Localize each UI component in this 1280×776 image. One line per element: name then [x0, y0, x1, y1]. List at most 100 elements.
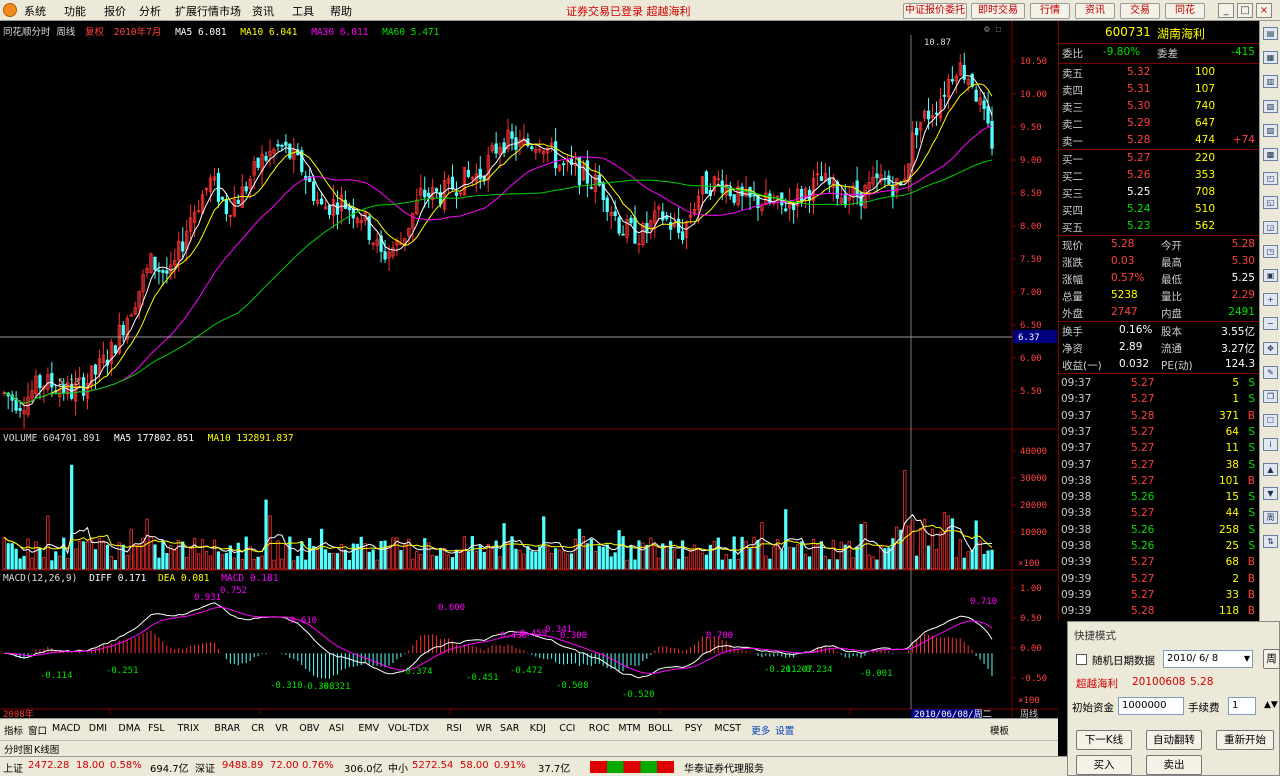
indicator-tab-22[interactable]: BOLL: [648, 723, 672, 734]
stat2-label: 净资: [1062, 343, 1083, 355]
menu-info[interactable]: 资讯: [252, 3, 274, 19]
volume-bar: [938, 531, 943, 570]
volume-bar: [304, 559, 308, 570]
plus-icon[interactable]: +: [1263, 293, 1278, 307]
news-icon[interactable]: ▥: [1263, 75, 1278, 89]
f10-icon[interactable]: ◳: [1263, 244, 1278, 258]
close-button[interactable]: ×: [1256, 3, 1272, 18]
indicator-tab-7[interactable]: TRIX: [178, 723, 200, 734]
indicator-tab-4[interactable]: DMI: [89, 723, 107, 734]
up-icon[interactable]: ▲: [1263, 462, 1278, 476]
volume-bar: [208, 555, 213, 570]
window-icon[interactable]: ❐: [1263, 390, 1278, 403]
menu-tools[interactable]: 工具: [292, 3, 314, 19]
indicator-tab-19[interactable]: CCI: [559, 723, 575, 734]
indicator-tab-14[interactable]: VOL-TDX: [388, 723, 429, 734]
indicator-tab-23[interactable]: PSY: [685, 723, 703, 734]
indicator-tab-16[interactable]: WR: [476, 723, 492, 734]
ths-button[interactable]: 同花: [1165, 3, 1205, 19]
tab-timeshare[interactable]: 分时图: [4, 742, 33, 756]
indicator-tab-9[interactable]: CR: [251, 723, 264, 734]
week-button[interactable]: 周: [1263, 649, 1280, 669]
volume-bar: [550, 552, 554, 570]
compare-icon[interactable]: ▩: [1263, 148, 1278, 161]
kline-icon[interactable]: ◲: [1263, 220, 1278, 234]
indicator-tab-2[interactable]: 窗口: [28, 723, 47, 737]
volume-tick-label: 40000: [1020, 447, 1047, 457]
instant-trade-button[interactable]: 即时交易: [971, 3, 1025, 19]
indicator-tab-17[interactable]: SAR: [500, 723, 519, 734]
volume-bar: [573, 538, 578, 570]
menu-extended-market[interactable]: 扩展行情市场: [175, 3, 241, 19]
maximize-button[interactable]: □: [1237, 3, 1253, 18]
layout-icon[interactable]: ▣: [1263, 269, 1278, 282]
fund-input[interactable]: 1000000: [1118, 697, 1184, 715]
ask-price: 5.31: [1127, 83, 1151, 95]
macd-tick-label: -0.50: [1020, 674, 1047, 684]
kline-chart-svg[interactable]: 10.50 10.00 9.50 9.00 8.50 8.00 7.50 7.00 6.50 6.…: [0, 21, 1058, 718]
volume-bar: [427, 542, 431, 570]
restart-button[interactable]: 重新开始: [1216, 730, 1274, 750]
indicator-tab-15[interactable]: RSI: [446, 723, 461, 734]
news-button[interactable]: 资讯: [1075, 3, 1115, 19]
menu-quote[interactable]: 报价: [104, 3, 126, 19]
menu-function[interactable]: 功能: [64, 3, 86, 19]
table-icon[interactable]: ▦: [1263, 51, 1278, 65]
minus-icon[interactable]: −: [1263, 317, 1278, 331]
week-icon[interactable]: 周: [1263, 511, 1278, 524]
indicator-tab-5[interactable]: DMA: [118, 723, 140, 734]
date-picker[interactable]: 2010/ 6/ 8 ▼: [1163, 650, 1253, 668]
grid-icon[interactable]: ◱: [1263, 196, 1278, 210]
list-icon[interactable]: ▧: [1263, 99, 1278, 113]
indicator-tab-13[interactable]: EMV: [358, 723, 379, 734]
price-tick-label: 7.50: [1020, 255, 1042, 265]
indicator-tab-8[interactable]: BRAR: [214, 723, 240, 734]
pen-icon[interactable]: ✎: [1263, 365, 1278, 379]
macd-tick-label: 0.50: [1020, 614, 1042, 624]
fee-stepper-icon[interactable]: ▲▼: [1264, 700, 1278, 710]
template-tab[interactable]: 模板: [990, 723, 1009, 737]
random-date-checkbox[interactable]: [1076, 654, 1087, 665]
indicator-tab-18[interactable]: KDJ: [530, 723, 546, 734]
volume-bar: [14, 548, 18, 570]
alarm-icon[interactable]: ◰: [1263, 172, 1278, 186]
auto-play-button[interactable]: 自动翻转: [1146, 730, 1202, 750]
indicator-tab-11[interactable]: OBV: [299, 723, 319, 734]
chart-settings-icon[interactable]: ⚙ ☐: [984, 24, 1001, 35]
menu-help[interactable]: 帮助: [330, 3, 352, 19]
chart-icon[interactable]: ▤: [1263, 27, 1278, 40]
tab-kline[interactable]: K线图: [34, 742, 59, 756]
indicator-tab-24[interactable]: MCST: [714, 723, 741, 734]
fee-input[interactable]: 1: [1228, 697, 1256, 715]
indicator-tab-6[interactable]: FSL: [148, 723, 165, 734]
calendar-icon[interactable]: ▨: [1263, 123, 1278, 137]
indicator-tab-20[interactable]: ROC: [589, 723, 610, 734]
dropdown-arrow-icon[interactable]: ▼: [1244, 651, 1250, 667]
buy-button[interactable]: 买入: [1076, 755, 1132, 775]
arrows-icon[interactable]: ✥: [1263, 341, 1278, 355]
bell-icon[interactable]: ☐: [1263, 414, 1278, 428]
stat2-label2: PE(动): [1161, 360, 1193, 372]
indicator-tab-12[interactable]: ASI: [329, 723, 344, 734]
tick-time: 09:37: [1061, 409, 1092, 422]
tick-time: 09:38: [1061, 523, 1092, 536]
minimize-button[interactable]: _: [1218, 3, 1234, 18]
sell-button[interactable]: 卖出: [1146, 755, 1202, 775]
indicator-tab-3[interactable]: MACD: [52, 723, 80, 734]
indicator-tab-26[interactable]: 设置: [775, 723, 794, 737]
indicator-tab-10[interactable]: VR: [275, 723, 288, 734]
trade-button[interactable]: 交易: [1120, 3, 1160, 19]
sz-amount: 306.0亿: [344, 764, 383, 775]
menu-analysis[interactable]: 分析: [139, 3, 161, 19]
market-button[interactable]: 行情: [1030, 3, 1070, 19]
menu-system[interactable]: 系统: [24, 3, 46, 19]
down-icon[interactable]: ▼: [1263, 486, 1278, 500]
kline-chart-area[interactable]: 10.50 10.00 9.50 9.00 8.50 8.00 7.50 7.00 6.50 6.…: [0, 21, 1058, 718]
sort-icon[interactable]: ⇅: [1263, 535, 1278, 549]
next-kline-button[interactable]: 下一K线: [1076, 730, 1132, 750]
indicator-tab-21[interactable]: MTM: [618, 723, 640, 734]
info-icon[interactable]: i: [1263, 438, 1278, 452]
broker-quote-button[interactable]: 中证报价委托: [903, 3, 967, 19]
indicator-tab-25[interactable]: 更多: [751, 723, 770, 737]
indicator-tab-1[interactable]: 指标: [4, 723, 23, 737]
